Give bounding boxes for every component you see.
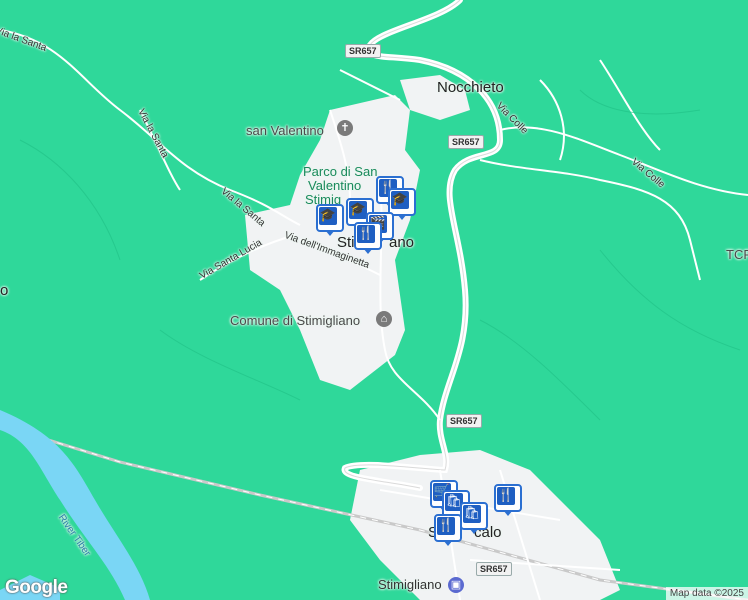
school-icon: 🎓 — [319, 207, 337, 225]
townhall-icon[interactable]: ⌂ — [376, 311, 392, 327]
place-label-parco-line2: Valentino — [308, 178, 362, 193]
google-logo[interactable]: Google — [5, 577, 68, 599]
road-shield-sr657: SR657 — [476, 562, 512, 576]
place-label-parco-line1: Parco di San — [303, 164, 378, 179]
place-label-left-edge: o — [0, 282, 9, 299]
school-icon: 🎓 — [391, 191, 409, 209]
restaurant-pin[interactable]: 🍴 — [354, 222, 382, 254]
shopping-icon: 🛍 — [463, 505, 481, 523]
map-canvas[interactable] — [0, 0, 748, 600]
place-label-comune: Comune di Stimigliano — [230, 313, 361, 328]
church-icon[interactable]: ✝ — [337, 120, 353, 136]
place-label-nocchieto: Nocchieto — [437, 79, 504, 96]
road-shield-sr657: SR657 — [446, 414, 482, 428]
train-station-icon[interactable]: ▣ — [448, 577, 464, 593]
place-label-stimigliano-station: Stimigliano — [378, 577, 442, 592]
place-label-san-valentino: san Valentino — [246, 123, 324, 138]
school-pin[interactable]: 🎓 — [316, 204, 344, 236]
map-attribution[interactable]: Map data ©2025 — [665, 587, 748, 600]
restaurant-pin[interactable]: 🍴 — [494, 484, 522, 516]
restaurant-icon: 🍴 — [357, 225, 375, 243]
restaurant-pin[interactable]: 🍴 — [434, 514, 462, 546]
place-label-right-edge: TCF — [726, 247, 748, 262]
restaurant-icon: 🍴 — [497, 487, 515, 505]
shopping-pin[interactable]: 🛍 — [460, 502, 488, 534]
school-icon: 🎓 — [349, 201, 367, 219]
road-shield-sr657: SR657 — [448, 135, 484, 149]
road-shield-sr657: SR657 — [345, 44, 381, 58]
restaurant-icon: 🍴 — [437, 517, 455, 535]
